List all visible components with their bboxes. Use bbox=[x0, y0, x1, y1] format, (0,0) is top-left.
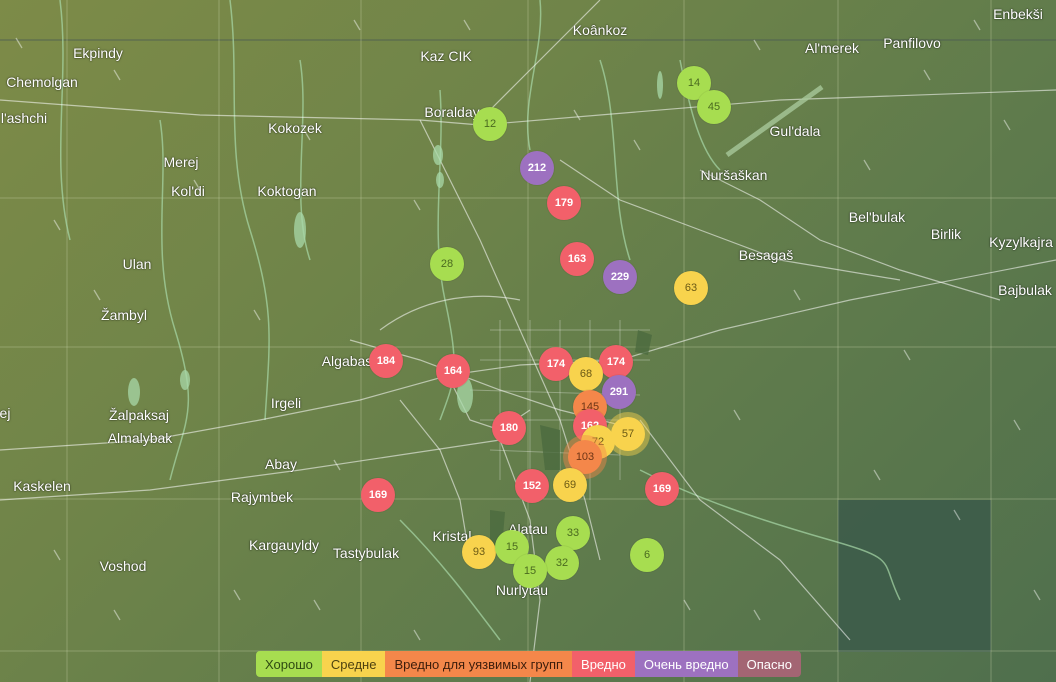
aqi-marker[interactable]: 179 bbox=[547, 186, 581, 220]
aqi-marker[interactable]: 212 bbox=[520, 151, 554, 185]
aqi-marker[interactable]: 180 bbox=[492, 411, 526, 445]
aqi-legend: Хорошо Средне Вредно для уязвимых групп … bbox=[256, 651, 801, 677]
aqi-marker[interactable]: 152 bbox=[515, 469, 549, 503]
place-label: Gul'dala bbox=[769, 123, 821, 139]
aqi-marker[interactable]: 174 bbox=[599, 345, 633, 379]
legend-item-unhealthy-sensitive[interactable]: Вредно для уязвимых групп bbox=[385, 651, 573, 677]
place-label: Ulan bbox=[122, 256, 152, 272]
place-label: Bel'bulak bbox=[848, 209, 906, 225]
place-label: Kyzylkajra bbox=[989, 234, 1053, 250]
place-label: Tastybulak bbox=[332, 545, 400, 561]
place-label: Žambyl bbox=[101, 307, 147, 323]
aqi-marker[interactable]: 169 bbox=[361, 478, 395, 512]
aqi-marker[interactable]: 164 bbox=[436, 354, 470, 388]
legend-item-unhealthy[interactable]: Вредно bbox=[572, 651, 635, 677]
place-label: Kargauyldy bbox=[248, 537, 320, 553]
place-label: Kaskelen bbox=[13, 478, 71, 494]
aqi-marker[interactable]: 6 bbox=[630, 538, 664, 572]
place-label: Chemolgan bbox=[6, 74, 78, 90]
legend-item-moderate[interactable]: Средне bbox=[321, 651, 386, 677]
aqi-marker[interactable]: 163 bbox=[560, 242, 594, 276]
aqi-marker[interactable]: 15 bbox=[513, 554, 547, 588]
aqi-marker[interactable]: 28 bbox=[430, 247, 464, 281]
aqi-marker[interactable]: 69 bbox=[553, 468, 587, 502]
aqi-marker[interactable]: 169 bbox=[645, 472, 679, 506]
place-label: Al'merek bbox=[804, 40, 860, 56]
aqi-marker[interactable]: 68 bbox=[569, 357, 603, 391]
place-label: Bajbulak bbox=[998, 282, 1052, 298]
place-label: Algabas bbox=[321, 353, 373, 369]
aqi-marker[interactable]: 63 bbox=[674, 271, 708, 305]
map-canvas[interactable]: Enbekši Koânkoz Al'merek Panfilovo Ekpin… bbox=[0, 0, 1056, 682]
airport-runway bbox=[725, 84, 824, 158]
aqi-marker[interactable]: 174 bbox=[539, 347, 573, 381]
aqi-marker[interactable]: 57 bbox=[611, 417, 645, 451]
place-label: Birlik bbox=[930, 226, 962, 242]
aqi-marker[interactable]: 45 bbox=[697, 90, 731, 124]
place-label: Irgeli bbox=[270, 395, 302, 411]
place-label: Koktogan bbox=[257, 183, 317, 199]
place-label: Nuršaškan bbox=[700, 167, 768, 183]
aqi-marker[interactable]: 33 bbox=[556, 516, 590, 550]
place-label: Almalybak bbox=[107, 430, 173, 446]
map-dark-tile bbox=[838, 500, 991, 652]
place-label: Ekpindy bbox=[73, 45, 123, 61]
aqi-marker[interactable]: 32 bbox=[545, 546, 579, 580]
place-label: Kaz CIK bbox=[420, 48, 472, 64]
place-label: Panfilovo bbox=[883, 35, 941, 51]
place-label: Besagaš bbox=[738, 247, 794, 263]
legend-item-good[interactable]: Хорошо bbox=[256, 651, 322, 677]
place-label: Kokozek bbox=[268, 120, 322, 136]
place-label: Žalpaksaj bbox=[109, 407, 169, 423]
aqi-marker[interactable]: 229 bbox=[603, 260, 637, 294]
place-label: Rajymbek bbox=[230, 489, 294, 505]
place-label: Boralday bbox=[424, 104, 480, 120]
place-label: Merej bbox=[163, 154, 199, 170]
place-label: Abay bbox=[265, 456, 297, 472]
place-label: ej bbox=[0, 405, 11, 421]
aqi-marker[interactable]: 291 bbox=[602, 375, 636, 409]
legend-item-very-unhealthy[interactable]: Очень вредно bbox=[634, 651, 738, 677]
legend-item-hazardous[interactable]: Опасно bbox=[737, 651, 801, 677]
aqi-marker[interactable]: 93 bbox=[462, 535, 496, 569]
place-label: Kol'di bbox=[171, 183, 205, 199]
place-label: Enbekši bbox=[993, 6, 1043, 22]
aqi-marker[interactable]: 184 bbox=[369, 344, 403, 378]
place-label: Voshod bbox=[99, 558, 147, 574]
place-label: Koânkoz bbox=[572, 22, 628, 38]
aqi-marker[interactable]: 12 bbox=[473, 107, 507, 141]
place-label: l'ashchi bbox=[0, 110, 48, 126]
